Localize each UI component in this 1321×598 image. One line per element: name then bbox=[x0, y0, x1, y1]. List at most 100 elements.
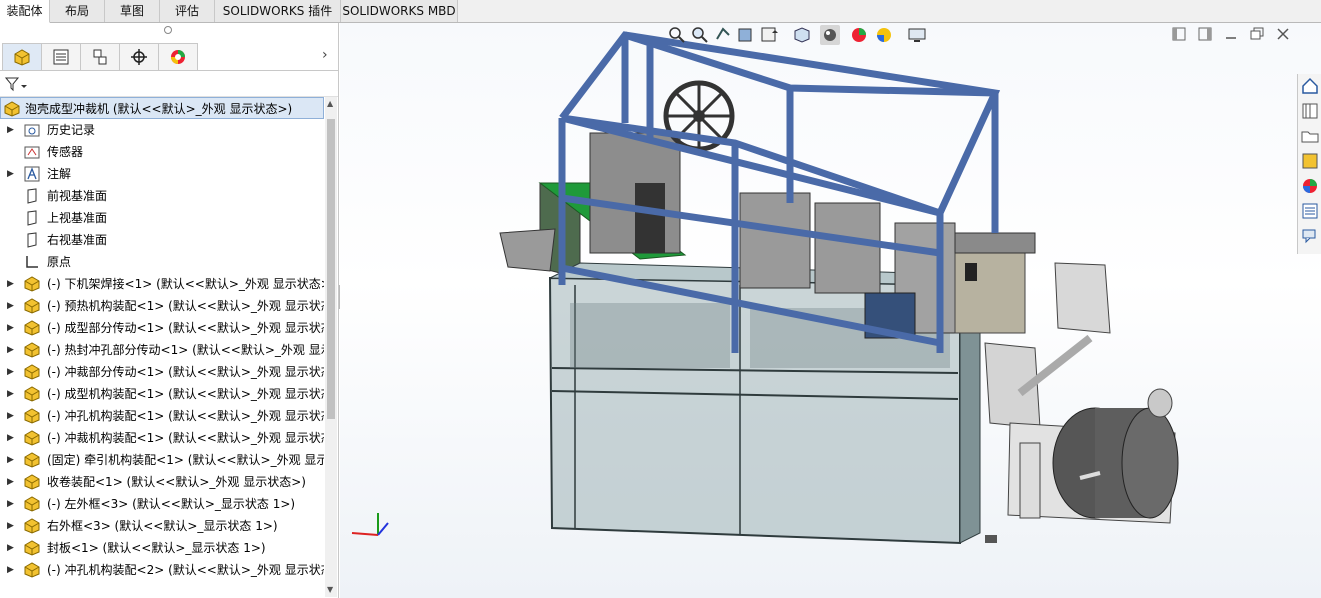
tree-item[interactable]: ▶ (固定) 牵引机构装配<1> (默认<<默认>_外观 显示状 bbox=[0, 449, 324, 471]
chevron-right-icon[interactable]: › bbox=[322, 47, 328, 63]
tree-item-label: (固定) 牵引机构装配<1> (默认<<默认>_外观 显示状 bbox=[47, 453, 324, 467]
previous-view-icon[interactable] bbox=[713, 25, 733, 45]
design-library-icon[interactable] bbox=[1300, 101, 1320, 121]
tree-item[interactable]: ▶ 右外框<3> (默认<<默认>_显示状态 1>) bbox=[0, 515, 324, 537]
graphics-area[interactable] bbox=[340, 23, 1321, 598]
dimxpert-tab[interactable] bbox=[119, 43, 159, 70]
scroll-down-icon[interactable]: ▼ bbox=[327, 585, 333, 594]
tree-item[interactable]: ▶ (-) 冲裁机构装配<1> (默认<<默认>_外观 显示状态 bbox=[0, 427, 324, 449]
tree-item[interactable]: ▶ (-) 热封冲孔部分传动<1> (默认<<默认>_外观 显示 bbox=[0, 339, 324, 361]
subassembly-icon bbox=[24, 518, 40, 534]
tree-root-assembly[interactable]: 泡壳成型冲裁机 (默认<<默认>_外观 显示状态>) bbox=[0, 97, 324, 119]
configuration-manager-tab[interactable] bbox=[80, 43, 120, 70]
tree-item-label: (-) 冲孔机构装配<1> (默认<<默认>_外观 显示状态 bbox=[47, 409, 324, 423]
tree-item[interactable]: ▶ (-) 成型机构装配<1> (默认<<默认>_外观 显示状态 bbox=[0, 383, 324, 405]
expand-arrow-icon[interactable]: ▶ bbox=[7, 339, 14, 361]
tab-sketch[interactable]: 草图 bbox=[105, 0, 160, 22]
tree-item-label: (-) 左外框<3> (默认<<默认>_显示状态 1>) bbox=[47, 497, 296, 511]
feature-manager-tab[interactable] bbox=[2, 43, 42, 70]
scroll-thumb[interactable] bbox=[327, 119, 335, 419]
tree-item[interactable]: ▶ (-) 预热机构装配<1> (默认<<默认>_外观 显示状态 bbox=[0, 295, 324, 317]
file-explorer-icon[interactable] bbox=[1300, 126, 1320, 146]
expand-arrow-icon[interactable]: ▶ bbox=[7, 163, 14, 185]
tab-assembly[interactable]: 装配体 bbox=[0, 0, 50, 23]
expand-arrow-icon[interactable]: ▶ bbox=[7, 471, 14, 493]
zoom-to-fit-icon[interactable] bbox=[667, 25, 687, 45]
tile-left-icon[interactable] bbox=[1171, 26, 1187, 42]
edit-appearance-icon[interactable] bbox=[874, 25, 894, 45]
tree-scrollbar[interactable]: ▲ ▼ bbox=[325, 97, 337, 597]
scroll-up-icon[interactable]: ▲ bbox=[327, 99, 333, 108]
expand-arrow-icon[interactable]: ▶ bbox=[7, 493, 14, 515]
tree-item[interactable]: ▶ (-) 左外框<3> (默认<<默认>_显示状态 1>) bbox=[0, 493, 324, 515]
assembly-model-render[interactable] bbox=[340, 23, 1321, 598]
view-orientation-icon[interactable] bbox=[792, 25, 812, 45]
restore-icon[interactable] bbox=[1249, 26, 1265, 42]
expand-arrow-icon[interactable]: ▶ bbox=[7, 559, 14, 581]
expand-arrow-icon[interactable]: ▶ bbox=[7, 537, 14, 559]
tree-item-label: (-) 成型部分传动<1> (默认<<默认>_外观 显示状态 bbox=[47, 321, 324, 335]
configuration-manager-tab-icon bbox=[93, 49, 107, 65]
display-manager-tab[interactable] bbox=[158, 43, 198, 70]
expand-arrow-icon[interactable]: ▶ bbox=[7, 295, 14, 317]
tree-item[interactable]: ▶ (-) 冲裁部分传动<1> (默认<<默认>_外观 显示状态 bbox=[0, 361, 324, 383]
plane-icon bbox=[27, 210, 37, 226]
tree-item[interactable]: 传感器 bbox=[0, 141, 324, 163]
view-settings-icon[interactable] bbox=[907, 25, 927, 45]
expand-arrow-icon[interactable]: ▶ bbox=[7, 361, 14, 383]
expand-arrow-icon[interactable]: ▶ bbox=[7, 449, 14, 471]
tree-item[interactable]: 上视基准面 bbox=[0, 207, 324, 229]
tab-solidworks-mbd[interactable]: SOLIDWORKS MBD bbox=[341, 0, 458, 22]
subassembly-icon bbox=[24, 408, 40, 424]
tile-right-icon[interactable] bbox=[1197, 26, 1213, 42]
plane-icon bbox=[27, 232, 37, 248]
property-manager-tab[interactable] bbox=[41, 43, 81, 70]
sensor-folder-icon bbox=[24, 146, 40, 159]
tab-layout[interactable]: 布局 bbox=[50, 0, 105, 22]
display-style-icon[interactable] bbox=[820, 25, 840, 45]
minimize-icon[interactable] bbox=[1223, 26, 1239, 42]
tree-item[interactable]: ▶ 注解 bbox=[0, 163, 324, 185]
expand-arrow-icon[interactable]: ▶ bbox=[7, 317, 14, 339]
tree-item-label: (-) 冲裁机构装配<1> (默认<<默认>_外观 显示状态 bbox=[47, 431, 324, 445]
tab-evaluate[interactable]: 评估 bbox=[160, 0, 215, 22]
filter-icon[interactable] bbox=[5, 76, 29, 92]
appearances-icon[interactable] bbox=[1300, 176, 1320, 196]
expand-arrow-icon[interactable]: ▶ bbox=[7, 383, 14, 405]
tab-solidworks-addins[interactable]: SOLIDWORKS 插件 bbox=[215, 0, 341, 22]
subassembly-icon bbox=[24, 452, 40, 468]
tree-item-label: (-) 成型机构装配<1> (默认<<默认>_外观 显示状态 bbox=[47, 387, 324, 401]
custom-properties-icon[interactable] bbox=[1300, 201, 1320, 221]
tree-item[interactable]: ▶ (-) 冲孔机构装配<1> (默认<<默认>_外观 显示状态 bbox=[0, 405, 324, 427]
view-palette-icon[interactable] bbox=[1300, 151, 1320, 171]
expand-arrow-icon[interactable]: ▶ bbox=[7, 427, 14, 449]
expand-arrow-icon[interactable]: ▶ bbox=[7, 273, 14, 295]
forum-icon[interactable] bbox=[1300, 226, 1320, 246]
tree-item-label: 原点 bbox=[47, 255, 72, 269]
feature-tree: 泡壳成型冲裁机 (默认<<默认>_外观 显示状态>) ▶ 历史记录 传感器 ▶ 注解 前视… bbox=[0, 97, 324, 598]
tree-item[interactable]: ▶ (-) 冲孔机构装配<2> (默认<<默认>_外观 显示状态 bbox=[0, 559, 324, 581]
zoom-to-area-icon[interactable] bbox=[690, 25, 710, 45]
expand-arrow-icon[interactable]: ▶ bbox=[7, 515, 14, 537]
pane-grip[interactable] bbox=[0, 23, 338, 41]
tree-item[interactable]: ▶ (-) 下机架焊接<1> (默认<<默认>_外观 显示状态> bbox=[0, 273, 324, 295]
tree-item[interactable]: ▶ 封板<1> (默认<<默认>_显示状态 1>) bbox=[0, 537, 324, 559]
tree-item-label: 前视基准面 bbox=[47, 189, 108, 203]
command-manager-tabs: 装配体 布局 草图 评估 SOLIDWORKS 插件 SOLIDWORKS MB… bbox=[0, 0, 1321, 23]
tree-item[interactable]: 前视基准面 bbox=[0, 185, 324, 207]
section-view-icon[interactable] bbox=[736, 25, 756, 45]
solidworks-resources-icon[interactable] bbox=[1300, 76, 1320, 96]
tree-item[interactable]: ▶ (-) 成型部分传动<1> (默认<<默认>_外观 显示状态 bbox=[0, 317, 324, 339]
dynamic-annotation-icon[interactable] bbox=[759, 25, 779, 45]
hide-show-items-icon[interactable] bbox=[849, 25, 869, 45]
tree-item[interactable]: ▶ 历史记录 bbox=[0, 119, 324, 141]
tree-item[interactable]: ▶ 收卷装配<1> (默认<<默认>_外观 显示状态>) bbox=[0, 471, 324, 493]
tree-item[interactable]: 右视基准面 bbox=[0, 229, 324, 251]
subassembly-icon bbox=[24, 540, 40, 556]
expand-arrow-icon[interactable]: ▶ bbox=[7, 119, 14, 141]
tree-item-label: 注解 bbox=[47, 167, 72, 181]
close-icon[interactable] bbox=[1275, 26, 1291, 42]
expand-arrow-icon[interactable]: ▶ bbox=[7, 405, 14, 427]
tree-root-label: 泡壳成型冲裁机 (默认<<默认>_外观 显示状态>) bbox=[25, 102, 293, 116]
tree-item[interactable]: 原点 bbox=[0, 251, 324, 273]
